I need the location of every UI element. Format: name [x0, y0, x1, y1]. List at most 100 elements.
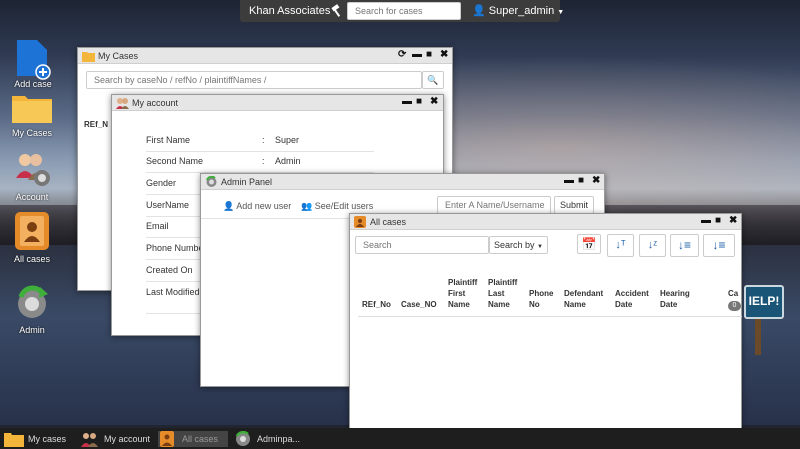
header-text: REf_No: [362, 300, 391, 309]
column-header: REf_N: [84, 120, 109, 129]
maximize-icon[interactable]: ■: [416, 96, 422, 107]
taskbar-item-my-cases[interactable]: My cases: [4, 431, 74, 447]
search-icon: 🔍: [427, 75, 439, 85]
refresh-icon[interactable]: ⟳: [398, 49, 406, 60]
sort-za-button[interactable]: ↓ᶻ: [639, 234, 666, 257]
sort-za-icon: ↓ᶻ: [647, 239, 658, 251]
user-menu[interactable]: 👤 Super_admin ▼: [472, 4, 564, 17]
column-header[interactable]: Case_NO: [401, 299, 437, 310]
field-label: Email: [146, 221, 169, 231]
window-titlebar[interactable]: Admin Panel ▬ ■ ✖: [201, 174, 604, 190]
caret-down-icon: ▼: [537, 244, 543, 250]
field-label: Phone Numbe: [146, 243, 204, 253]
maximize-icon[interactable]: ■: [426, 49, 432, 60]
header-text: Name: [564, 300, 586, 309]
desktop-icon-label: Add case: [14, 79, 52, 89]
column-header[interactable]: Plaintiff First Name: [448, 277, 477, 310]
window-title: All cases: [370, 217, 407, 227]
field-value: Admin: [275, 156, 301, 166]
window-titlebar[interactable]: My account ▬ ■ ✖: [112, 95, 443, 111]
header-text: No: [529, 300, 540, 309]
taskbar-item-adminpanel[interactable]: Adminpa...: [233, 431, 309, 447]
add-user-label: Add new user: [236, 201, 292, 211]
desktop-icon-label: All cases: [13, 254, 50, 264]
desktop-icon-label: Admin: [19, 325, 45, 335]
window-title: Admin Panel: [221, 177, 273, 187]
folder-icon: [4, 433, 24, 447]
user-name: Super_admin: [488, 5, 555, 17]
column-header[interactable]: Phone No: [529, 288, 553, 310]
close-icon[interactable]: ✖: [430, 96, 438, 107]
add-new-user-link[interactable]: 👤 Add new user: [223, 201, 291, 212]
desktop-icon-label: My Cases: [11, 128, 52, 138]
header-text: Hearing: [660, 289, 690, 298]
maximize-icon[interactable]: ■: [715, 215, 721, 226]
all-cases-window: All cases ▬ ■ ✖ Search by ▼ 📅 ↓ᵀ ↓ᶻ ↓≡ ↓…: [349, 213, 742, 430]
account-field-row: First Name : Super: [146, 135, 299, 145]
header-text: Plaintiff: [488, 278, 518, 287]
all-cases-icon: [160, 431, 174, 447]
calendar-icon: 📅: [581, 237, 597, 251]
field-separator: :: [262, 135, 265, 145]
column-header[interactable]: REf_No: [362, 299, 391, 310]
user-search-input[interactable]: [437, 196, 551, 214]
desktop-icon-admin[interactable]: Admin: [2, 285, 62, 335]
minimize-icon[interactable]: ▬: [564, 175, 574, 186]
maximize-icon[interactable]: ■: [578, 175, 584, 186]
cases-search-input[interactable]: [355, 236, 489, 254]
calendar-button[interactable]: 📅: [577, 234, 601, 254]
minimize-icon[interactable]: ▬: [402, 96, 412, 107]
all-cases-icon: [354, 216, 366, 228]
header-text: Date: [615, 300, 633, 309]
desktop-icon-my-cases[interactable]: My Cases: [2, 92, 62, 138]
taskbar-item-all-cases[interactable]: All cases: [158, 431, 228, 447]
see-edit-label: See/Edit users: [314, 201, 374, 211]
window-titlebar[interactable]: My Cases ⟳ ▬ ■ ✖: [78, 48, 452, 64]
sort-az-button[interactable]: ↓ᵀ: [607, 234, 634, 257]
desktop-icon-account[interactable]: Account: [2, 150, 62, 202]
field-label: Gender: [146, 178, 177, 188]
submit-button[interactable]: Submit: [554, 196, 594, 214]
user-icon: 👤: [223, 201, 235, 211]
close-icon[interactable]: ✖: [729, 215, 737, 226]
sort-az-icon: ↓ᵀ: [615, 239, 626, 251]
help-sign[interactable]: IELP!: [744, 285, 784, 319]
search-by-dropdown[interactable]: Search by ▼: [489, 236, 548, 254]
taskbar: My cases My account All cases Adminpa...: [0, 428, 800, 449]
window-titlebar[interactable]: All cases ▬ ■ ✖: [350, 214, 741, 230]
column-header[interactable]: Defendant Name: [564, 288, 603, 310]
header-text: Name: [488, 300, 510, 309]
all-cases-icon: [15, 212, 49, 250]
sort-desc-button[interactable]: ↓≡: [703, 234, 735, 257]
case-search-input[interactable]: [86, 71, 422, 89]
desktop-icon-add-case[interactable]: Add case: [3, 40, 63, 89]
folder-icon: [82, 52, 95, 62]
column-header[interactable]: Plaintiff Last Name: [488, 277, 517, 310]
header-text: Accident: [615, 289, 649, 298]
account-field-row: UserName: [146, 200, 189, 210]
header-text: Plaintiff: [448, 278, 478, 287]
search-button[interactable]: 🔍: [422, 71, 444, 89]
column-header[interactable]: Ca: [728, 288, 738, 299]
minimize-icon[interactable]: ▬: [701, 215, 711, 226]
brand-title: Khan Associates: [249, 5, 331, 17]
sort-asc-button[interactable]: ↓≡: [670, 234, 699, 257]
help-text: IELP!: [748, 294, 780, 308]
admin-icon: [206, 176, 217, 187]
top-search-input[interactable]: [347, 2, 461, 20]
field-value: Super: [275, 135, 300, 145]
header-text: Phone: [529, 289, 554, 298]
column-header[interactable]: Accident Date: [615, 288, 649, 310]
admin-icon: [235, 431, 250, 446]
taskbar-item-my-account[interactable]: My account: [80, 431, 156, 447]
sort-amount-asc-icon: ↓≡: [677, 238, 691, 252]
close-icon[interactable]: ✖: [592, 175, 600, 186]
desktop-icon-all-cases[interactable]: All cases: [2, 212, 62, 264]
window-title: My account: [132, 98, 179, 108]
column-header[interactable]: Hearing Date: [660, 288, 690, 310]
see-edit-users-link[interactable]: 👥 See/Edit users: [301, 201, 373, 212]
window-title: My Cases: [98, 51, 139, 61]
field-label: Last Modified: [146, 287, 200, 297]
minimize-icon[interactable]: ▬: [412, 49, 422, 60]
close-icon[interactable]: ✖: [440, 49, 448, 60]
